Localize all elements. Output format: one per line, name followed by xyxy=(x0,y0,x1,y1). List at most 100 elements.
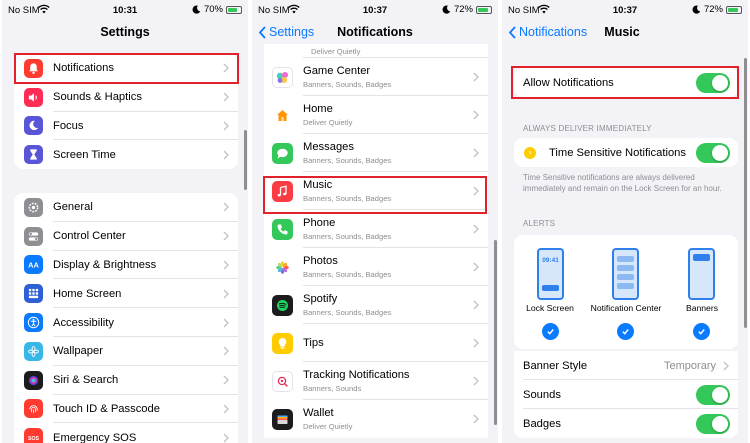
lock-screen-time: 09:41 xyxy=(542,257,559,264)
settings-item-emergency-sos[interactable]: SOS Emergency SOS xyxy=(14,423,238,443)
alert-style-label: Notification Center xyxy=(590,303,662,313)
settings-item-label: Control Center xyxy=(53,230,126,243)
apps-list: Deliver Quietly Game Center Banners, Soun… xyxy=(264,44,488,438)
app-item-music[interactable]: Music Banners, Sounds, Badges xyxy=(264,172,488,210)
toggles-icon xyxy=(24,226,43,246)
settings-item-sounds[interactable]: Sounds & Haptics xyxy=(14,83,238,112)
allow-notifications-toggle[interactable] xyxy=(696,72,730,93)
moon-icon xyxy=(24,116,43,136)
settings-item-label: Wallpaper xyxy=(53,345,103,358)
scrollbar[interactable] xyxy=(244,130,247,190)
battery-percent: 72% xyxy=(453,4,473,15)
checkmark-icon xyxy=(693,323,710,340)
chevron-right-icon xyxy=(473,262,479,272)
app-item-wallet[interactable]: Wallet Deliver Quietly xyxy=(264,400,488,438)
lock-screen-preview: 09:41 xyxy=(537,248,564,300)
list-item-partial[interactable]: Deliver Quietly xyxy=(264,44,488,58)
battery-icon xyxy=(226,5,242,14)
allow-notifications-group: Allow Notifications xyxy=(514,68,738,97)
app-notification-summary: Banners, Sounds, Badges xyxy=(303,156,392,165)
app-item-phone[interactable]: Phone Banners, Sounds, Badges xyxy=(264,210,488,248)
chevron-right-icon xyxy=(223,92,229,102)
settings-item-label: Siri & Search xyxy=(53,374,119,387)
scrollbar[interactable] xyxy=(494,240,497,425)
checkmark-icon xyxy=(617,323,634,340)
page-title: Settings xyxy=(100,25,150,39)
chevron-right-icon xyxy=(223,121,229,131)
spotify-icon xyxy=(272,294,293,316)
app-notification-summary: Banners, Sounds, Badges xyxy=(303,194,392,203)
chevron-right-icon xyxy=(223,260,229,270)
chevron-right-icon xyxy=(473,414,479,424)
settings-item-general[interactable]: General xyxy=(14,193,238,222)
sounds-row[interactable]: Sounds xyxy=(514,380,738,409)
settings-item-siri[interactable]: Siri & Search xyxy=(14,366,238,395)
svg-text:AA: AA xyxy=(28,261,39,270)
checkmark-icon xyxy=(542,323,559,340)
chevron-right-icon xyxy=(473,110,479,120)
settings-item-label: General xyxy=(53,201,93,214)
app-item-game-center[interactable]: Game Center Banners, Sounds, Badges xyxy=(264,58,488,96)
chevron-right-icon xyxy=(473,376,479,386)
app-item-tips[interactable]: Tips xyxy=(264,324,488,362)
app-name: Phone xyxy=(303,217,336,229)
music-notifications-screen: No SIM 10:37 72% Notifications Music All… xyxy=(502,0,748,443)
battery-icon xyxy=(726,5,742,14)
app-item-home[interactable]: Home Deliver Quietly xyxy=(264,96,488,134)
settings-item-focus[interactable]: Focus xyxy=(14,112,238,141)
settings-item-home-screen[interactable]: Home Screen xyxy=(14,279,238,309)
notifications-screen: No SIM 10:37 72% Settings Notifications … xyxy=(252,0,498,443)
banner-sounds-badges-group: Banner Style Temporary Sounds Badges xyxy=(514,351,738,438)
wallet-icon xyxy=(272,408,293,430)
banner-style-row[interactable]: Banner Style Temporary xyxy=(514,351,738,380)
chevron-right-icon xyxy=(473,186,479,196)
app-name: Music xyxy=(303,179,333,191)
status-bar: No SIM 10:37 72% xyxy=(502,0,748,20)
status-bar: No SIM 10:37 72% xyxy=(252,0,498,20)
page-title: Music xyxy=(604,25,640,39)
time-sensitive-note: Time Sensitive notifications are always … xyxy=(523,173,722,193)
app-notification-summary: Deliver Quietly xyxy=(311,47,361,56)
banners-preview xyxy=(688,248,715,300)
home-icon xyxy=(272,104,293,126)
settings-item-control-center[interactable]: Control Center xyxy=(14,222,238,251)
alert-style-notification-center[interactable]: Notification Center xyxy=(586,235,666,349)
bell-icon xyxy=(24,58,43,78)
settings-screen: No SIM 10:31 70% Settings Notifications … xyxy=(2,0,248,443)
game-center-icon xyxy=(272,66,293,88)
badges-row[interactable]: Badges xyxy=(514,409,738,438)
time-sensitive-toggle[interactable] xyxy=(696,142,730,163)
settings-item-display[interactable]: AA Display & Brightness xyxy=(14,251,238,280)
settings-item-notifications[interactable]: Notifications xyxy=(14,54,238,83)
app-notification-summary: Banners, Sounds, Badges xyxy=(303,308,392,317)
alert-style-banners[interactable]: Banners xyxy=(666,235,738,349)
app-item-spotify[interactable]: Spotify Banners, Sounds, Badges xyxy=(264,286,488,324)
badges-toggle[interactable] xyxy=(696,413,730,434)
settings-item-touch-id[interactable]: Touch ID & Passcode xyxy=(14,395,238,424)
scrollbar[interactable] xyxy=(744,58,747,328)
chevron-right-icon xyxy=(723,361,729,370)
chevron-right-icon xyxy=(223,375,229,385)
aa-icon: AA xyxy=(24,255,43,275)
sounds-toggle[interactable] xyxy=(696,384,730,405)
app-item-tracking-notifications[interactable]: Tracking Notifications Banners, Sounds xyxy=(264,362,488,400)
settings-item-label: Display & Brightness xyxy=(53,258,157,271)
app-notification-summary: Banners, Sounds, Badges xyxy=(303,232,392,241)
chevron-right-icon xyxy=(223,318,229,328)
settings-item-accessibility[interactable]: Accessibility xyxy=(14,308,238,337)
photos-icon xyxy=(272,256,293,278)
settings-item-screen-time[interactable]: Screen Time xyxy=(14,140,238,169)
app-name: Tips xyxy=(303,337,324,349)
app-item-messages[interactable]: Messages Banners, Sounds, Badges xyxy=(264,134,488,172)
alert-style-lock-screen[interactable]: 09:41 Lock Screen xyxy=(514,235,586,349)
app-item-photos[interactable]: Photos Banners, Sounds, Badges xyxy=(264,248,488,286)
chevron-right-icon xyxy=(473,338,479,348)
lightbulb-icon xyxy=(272,332,293,354)
settings-item-label: Accessibility xyxy=(53,316,114,329)
chevron-right-icon xyxy=(473,300,479,310)
settings-item-label: Home Screen xyxy=(53,287,122,300)
battery-percent: 72% xyxy=(703,4,723,15)
app-name: Home xyxy=(303,103,333,115)
chevron-right-icon xyxy=(473,224,479,234)
settings-item-wallpaper[interactable]: Wallpaper xyxy=(14,337,238,366)
